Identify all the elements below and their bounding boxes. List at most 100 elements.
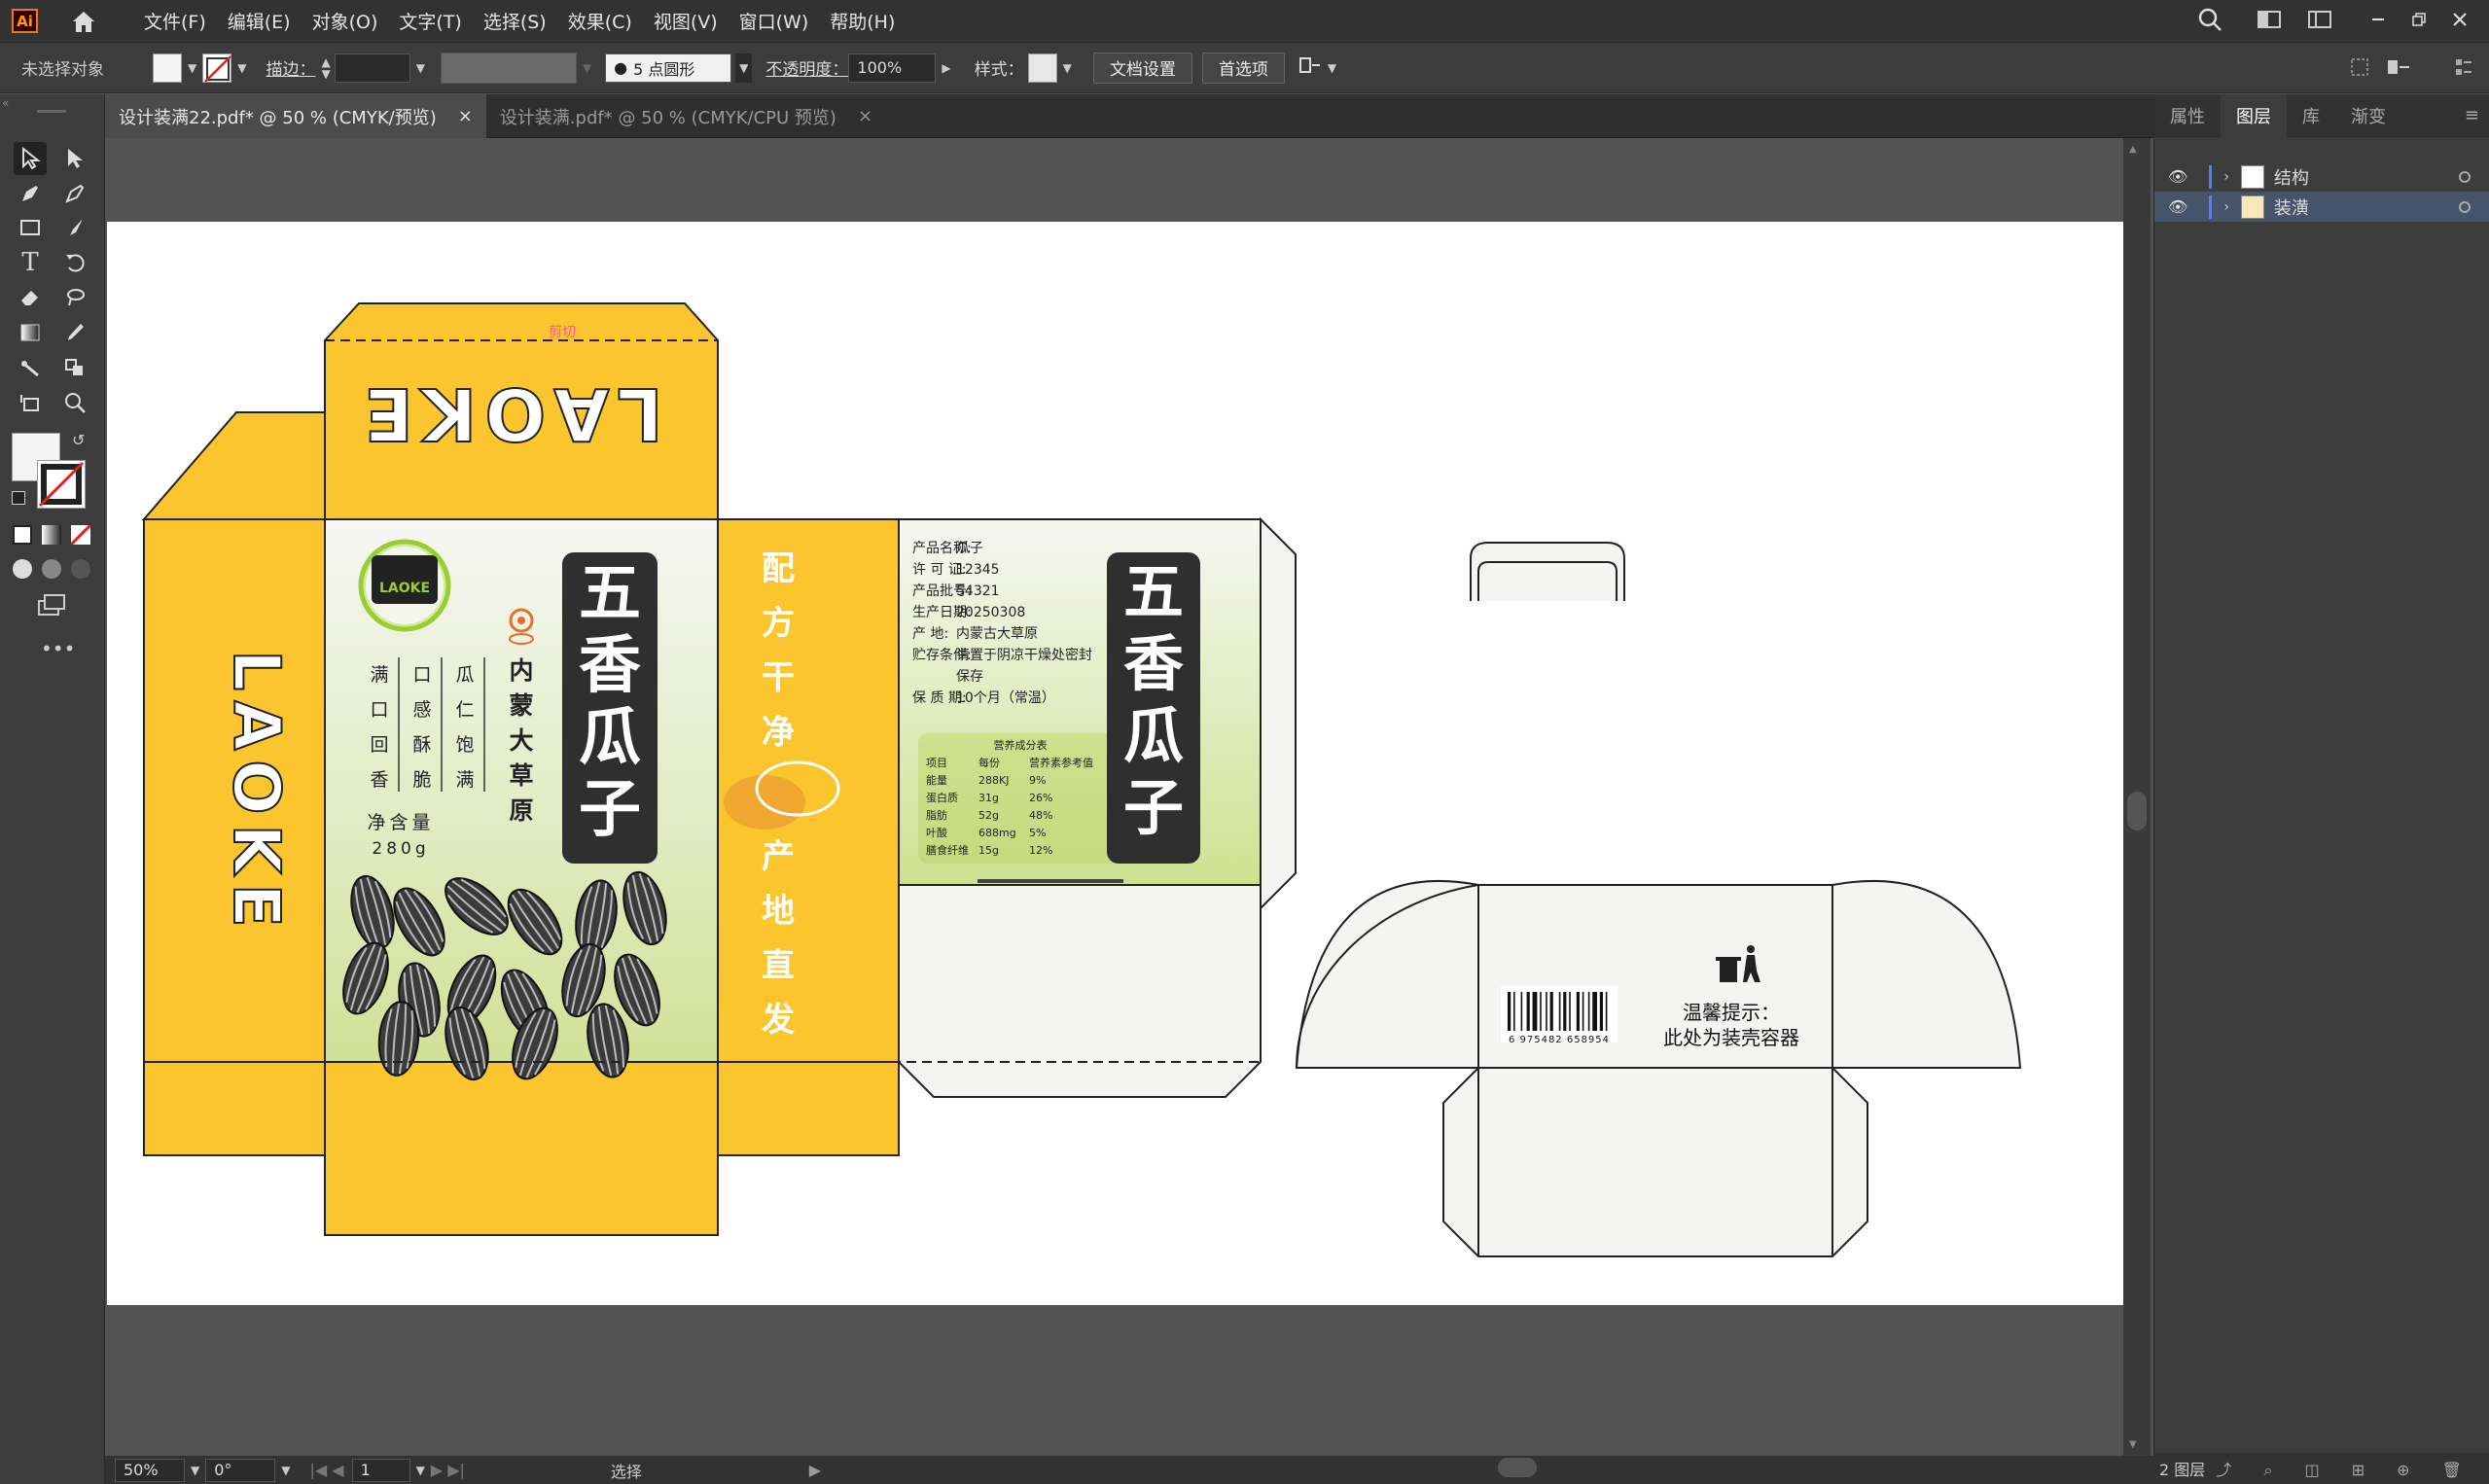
preferences-button[interactable]: 首选项 [1201, 52, 1285, 84]
rotate-tool-icon[interactable] [58, 246, 91, 279]
chevron-down-icon[interactable]: ▼ [583, 61, 591, 75]
scroll-down-icon[interactable]: ▼ [2129, 1439, 2137, 1450]
layer-name[interactable]: 装潢 [2274, 194, 2309, 220]
app-logo[interactable]: Ai [12, 9, 38, 33]
arrange-icon[interactable] [2258, 10, 2281, 33]
target-icon[interactable] [2459, 200, 2471, 213]
direct-selection-tool-icon[interactable] [58, 142, 91, 175]
minimize-icon[interactable] [2370, 12, 2386, 31]
rectangle-tool-icon[interactable] [14, 211, 47, 244]
layer-row[interactable]: 👁 › 装潢 [2154, 192, 2489, 222]
puppet-warp-tool-icon[interactable] [14, 351, 47, 384]
chevron-down-icon[interactable]: ▼ [188, 61, 196, 75]
transform-icon[interactable] [2349, 56, 2370, 83]
draw-behind-icon[interactable] [42, 559, 61, 579]
status-menu-icon[interactable]: ▶ [809, 1461, 821, 1479]
stroke-color-swatch[interactable] [37, 460, 86, 509]
layer-name[interactable]: 结构 [2274, 164, 2309, 190]
scroll-thumb[interactable] [2127, 792, 2147, 830]
tab-properties[interactable]: 属性 [2154, 94, 2221, 137]
target-icon[interactable] [2459, 170, 2471, 183]
opacity-input[interactable]: 100% [848, 53, 937, 83]
panel-menu-icon[interactable] [2454, 56, 2473, 83]
menu-item-0[interactable]: 文件(F) [133, 8, 217, 34]
rotate-input[interactable]: 0° [205, 1458, 276, 1482]
brush-definition[interactable]: ● 5 点圆形 [605, 53, 732, 83]
tab-gradient[interactable]: 渐变 [2335, 94, 2401, 137]
screen-mode-icon[interactable] [37, 593, 66, 620]
isolate-icon[interactable] [2386, 56, 2411, 83]
toolbar-grip[interactable] [37, 110, 66, 113]
gradient-mode-icon[interactable] [42, 525, 61, 545]
tab-document-2[interactable]: 设计装满.pdf* @ 50 % (CMYK/CPU 预览) × [486, 94, 886, 138]
gradient-tool-icon[interactable] [14, 316, 47, 349]
close-icon[interactable]: × [458, 106, 473, 126]
chevron-down-icon[interactable]: ▼ [281, 1464, 290, 1477]
draw-inside-icon[interactable] [71, 559, 90, 579]
menu-item-6[interactable]: 视图(V) [643, 8, 729, 34]
pen-tool-icon[interactable] [14, 177, 47, 210]
document-setup-button[interactable]: 文档设置 [1092, 52, 1192, 84]
eye-icon[interactable]: 👁 [2168, 167, 2187, 186]
eraser-tool-icon[interactable] [14, 281, 47, 314]
tab-libraries[interactable]: 库 [2287, 94, 2335, 137]
selection-tool-icon[interactable] [14, 142, 47, 175]
stroke-stepper-icon[interactable]: ▲ ▼ [321, 56, 330, 80]
horizontal-scroll-thumb[interactable] [1498, 1458, 1537, 1477]
chevron-down-icon[interactable]: ▼ [735, 53, 753, 83]
workspace-icon[interactable] [2308, 10, 2331, 33]
menu-item-7[interactable]: 窗口(W) [729, 8, 820, 34]
packaging-dieline[interactable]: 剪切 LAOKE LAOKE 满 口 回 香 口 感 酥 脆 瓜 仁 饱 满 内… [107, 222, 2123, 1305]
home-icon[interactable] [69, 7, 98, 36]
fill-swatch[interactable] [153, 53, 182, 83]
curvature-tool-icon[interactable] [58, 177, 91, 210]
vertical-scrollbar[interactable]: ▲ ▼ [2123, 138, 2151, 1456]
eyedropper-tool-icon[interactable] [58, 316, 91, 349]
eye-icon[interactable]: 👁 [2168, 197, 2187, 216]
last-page-icon[interactable]: ▶ ▶| [431, 1461, 465, 1479]
chevron-right-icon[interactable]: › [2223, 169, 2229, 185]
menu-item-5[interactable]: 效果(C) [557, 8, 643, 34]
page-input[interactable]: 1 [351, 1458, 410, 1482]
draw-normal-icon[interactable] [13, 559, 32, 579]
swap-colors-icon[interactable]: ↺ [72, 431, 85, 449]
restore-icon[interactable] [2411, 12, 2427, 31]
zoom-tool-icon[interactable] [58, 386, 91, 419]
artboard[interactable]: 剪切 LAOKE LAOKE 满 口 回 香 口 感 酥 脆 瓜 仁 饱 满 内… [107, 222, 2123, 1305]
tab-document-1[interactable]: 设计装满22.pdf* @ 50 % (CMYK/预览) × [105, 94, 486, 138]
more-tools-icon[interactable]: ••• [41, 637, 75, 660]
chevron-down-icon[interactable]: ▼ [191, 1464, 199, 1477]
none-mode-icon[interactable] [69, 523, 92, 547]
align-icon[interactable] [1298, 54, 1322, 81]
search-icon[interactable] [2197, 7, 2222, 36]
menu-item-1[interactable]: 编辑(E) [217, 8, 302, 34]
menu-item-8[interactable]: 帮助(H) [819, 8, 906, 34]
variable-width-profile[interactable] [440, 52, 577, 84]
menu-item-3[interactable]: 文字(T) [388, 8, 472, 34]
menu-item-4[interactable]: 选择(S) [473, 8, 557, 34]
paintbrush-tool-icon[interactable] [58, 211, 91, 244]
type-tool-icon[interactable]: T [14, 246, 47, 279]
color-mode-icon[interactable] [13, 525, 32, 545]
panel-menu-icon[interactable]: ≡ [2465, 105, 2479, 125]
tab-layers[interactable]: 图层 [2221, 93, 2287, 137]
artboard-tool-icon[interactable] [14, 386, 47, 419]
shape-builder-tool-icon[interactable] [58, 351, 91, 384]
close-icon[interactable]: × [858, 106, 872, 126]
collapse-icon[interactable]: « [2, 96, 9, 110]
zoom-input[interactable]: 50% [115, 1458, 185, 1482]
scroll-up-icon[interactable]: ▲ [2129, 144, 2137, 155]
stroke-swatch[interactable] [202, 53, 232, 83]
chevron-down-icon[interactable]: ▼ [416, 1464, 425, 1477]
chevron-down-icon[interactable]: ▼ [1063, 61, 1072, 75]
layer-actions-icon[interactable]: ⤴ ⌕ ◫ ⊞ ⊕ 🗑 [2216, 1457, 2475, 1480]
lasso-tool-icon[interactable] [58, 281, 91, 314]
chevron-down-icon[interactable]: ▼ [237, 61, 246, 75]
layer-row[interactable]: 👁 › 结构 [2154, 161, 2489, 192]
first-page-icon[interactable]: |◀ ◀ [309, 1461, 343, 1479]
stroke-weight-input[interactable] [334, 53, 410, 83]
menu-item-2[interactable]: 对象(O) [302, 8, 389, 34]
default-colors-icon[interactable] [12, 491, 25, 505]
style-swatch[interactable] [1027, 53, 1057, 83]
close-icon[interactable] [2452, 12, 2468, 31]
